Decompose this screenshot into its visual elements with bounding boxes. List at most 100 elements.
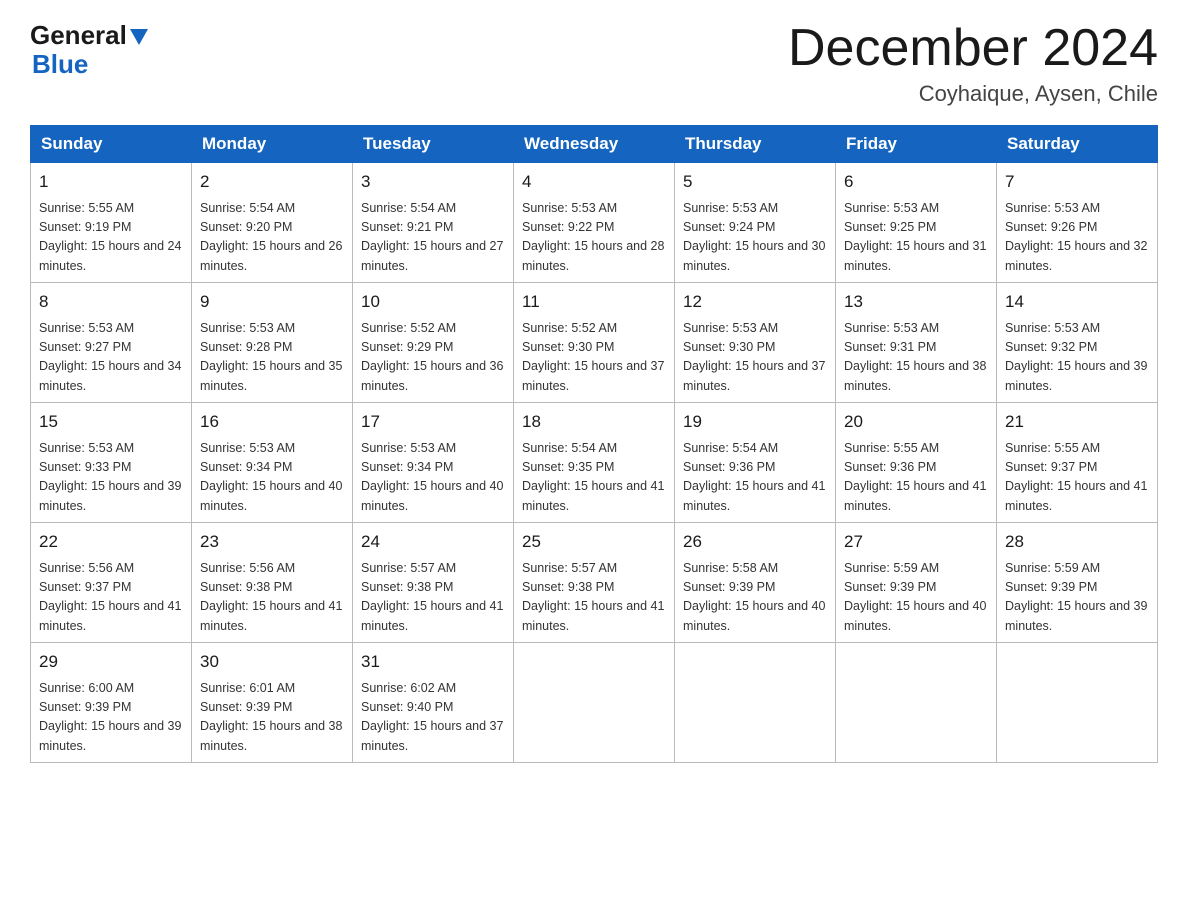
day-info: Sunrise: 5:54 AMSunset: 9:35 PMDaylight:… — [522, 439, 666, 517]
day-number: 6 — [844, 169, 988, 195]
day-number: 19 — [683, 409, 827, 435]
calendar-cell — [675, 643, 836, 763]
calendar-cell: 12 Sunrise: 5:53 AMSunset: 9:30 PMDayligh… — [675, 283, 836, 403]
calendar-cell: 31 Sunrise: 6:02 AMSunset: 9:40 PMDayligh… — [353, 643, 514, 763]
day-number: 31 — [361, 649, 505, 675]
logo-general-text: General — [30, 20, 127, 51]
day-info: Sunrise: 5:59 AMSunset: 9:39 PMDaylight:… — [1005, 559, 1149, 637]
day-info: Sunrise: 5:59 AMSunset: 9:39 PMDaylight:… — [844, 559, 988, 637]
day-info: Sunrise: 5:55 AMSunset: 9:19 PMDaylight:… — [39, 199, 183, 277]
day-number: 18 — [522, 409, 666, 435]
day-number: 10 — [361, 289, 505, 315]
day-info: Sunrise: 5:53 AMSunset: 9:34 PMDaylight:… — [361, 439, 505, 517]
day-number: 15 — [39, 409, 183, 435]
calendar-header: SundayMondayTuesdayWednesdayThursdayFrid… — [31, 126, 1158, 163]
header-wednesday: Wednesday — [514, 126, 675, 163]
day-number: 4 — [522, 169, 666, 195]
calendar-cell: 13 Sunrise: 5:53 AMSunset: 9:31 PMDayligh… — [836, 283, 997, 403]
day-info: Sunrise: 5:53 AMSunset: 9:28 PMDaylight:… — [200, 319, 344, 397]
calendar-cell: 11Sunrise: 5:52 AMSunset: 9:30 PMDayligh… — [514, 283, 675, 403]
day-info: Sunrise: 5:52 AMSunset: 9:29 PMDaylight:… — [361, 319, 505, 397]
calendar-cell: 22Sunrise: 5:56 AMSunset: 9:37 PMDayligh… — [31, 523, 192, 643]
calendar-cell: 3Sunrise: 5:54 AMSunset: 9:21 PMDaylight… — [353, 163, 514, 283]
day-info: Sunrise: 5:55 AMSunset: 9:37 PMDaylight:… — [1005, 439, 1149, 517]
day-info: Sunrise: 6:02 AMSunset: 9:40 PMDaylight:… — [361, 679, 505, 757]
day-info: Sunrise: 5:53 AMSunset: 9:22 PMDaylight:… — [522, 199, 666, 277]
day-number: 14 — [1005, 289, 1149, 315]
calendar-cell: 9 Sunrise: 5:53 AMSunset: 9:28 PMDaylight… — [192, 283, 353, 403]
calendar-cell: 24 Sunrise: 5:57 AMSunset: 9:38 PMDayligh… — [353, 523, 514, 643]
day-info: Sunrise: 5:56 AMSunset: 9:38 PMDaylight:… — [200, 559, 344, 637]
day-info: Sunrise: 5:52 AMSunset: 9:30 PMDaylight:… — [522, 319, 666, 397]
day-info: Sunrise: 6:01 AMSunset: 9:39 PMDaylight:… — [200, 679, 344, 757]
day-number: 16 — [200, 409, 344, 435]
calendar-cell: 8 Sunrise: 5:53 AMSunset: 9:27 PMDaylight… — [31, 283, 192, 403]
calendar-cell: 6 Sunrise: 5:53 AMSunset: 9:25 PMDaylight… — [836, 163, 997, 283]
day-number: 24 — [361, 529, 505, 555]
day-info: Sunrise: 5:57 AMSunset: 9:38 PMDaylight:… — [361, 559, 505, 637]
day-info: Sunrise: 6:00 AMSunset: 9:39 PMDaylight:… — [39, 679, 183, 757]
month-title: December 2024 — [788, 20, 1158, 77]
day-number: 13 — [844, 289, 988, 315]
day-number: 17 — [361, 409, 505, 435]
day-info: Sunrise: 5:53 AMSunset: 9:33 PMDaylight:… — [39, 439, 183, 517]
calendar-cell: 27 Sunrise: 5:59 AMSunset: 9:39 PMDayligh… — [836, 523, 997, 643]
day-number: 25 — [522, 529, 666, 555]
day-number: 23 — [200, 529, 344, 555]
day-number: 28 — [1005, 529, 1149, 555]
day-number: 26 — [683, 529, 827, 555]
day-info: Sunrise: 5:53 AMSunset: 9:30 PMDaylight:… — [683, 319, 827, 397]
calendar-cell: 2 Sunrise: 5:54 AMSunset: 9:20 PMDaylight… — [192, 163, 353, 283]
day-number: 1 — [39, 169, 183, 195]
day-info: Sunrise: 5:53 AMSunset: 9:24 PMDaylight:… — [683, 199, 827, 277]
calendar-cell: 4 Sunrise: 5:53 AMSunset: 9:22 PMDaylight… — [514, 163, 675, 283]
logo-triangle-icon — [130, 29, 148, 45]
day-info: Sunrise: 5:53 AMSunset: 9:25 PMDaylight:… — [844, 199, 988, 277]
page-header: General Blue December 2024 Coyhaique, Ay… — [30, 20, 1158, 107]
calendar-cell: 5 Sunrise: 5:53 AMSunset: 9:24 PMDaylight… — [675, 163, 836, 283]
day-info: Sunrise: 5:54 AMSunset: 9:21 PMDaylight:… — [361, 199, 505, 277]
day-info: Sunrise: 5:55 AMSunset: 9:36 PMDaylight:… — [844, 439, 988, 517]
calendar-cell: 10 Sunrise: 5:52 AMSunset: 9:29 PMDayligh… — [353, 283, 514, 403]
week-row-1: 1 Sunrise: 5:55 AMSunset: 9:19 PMDaylight… — [31, 163, 1158, 283]
day-number: 20 — [844, 409, 988, 435]
week-row-2: 8 Sunrise: 5:53 AMSunset: 9:27 PMDaylight… — [31, 283, 1158, 403]
header-sunday: Sunday — [31, 126, 192, 163]
calendar-cell: 19Sunrise: 5:54 AMSunset: 9:36 PMDayligh… — [675, 403, 836, 523]
week-row-5: 29Sunrise: 6:00 AMSunset: 9:39 PMDayligh… — [31, 643, 1158, 763]
day-info: Sunrise: 5:53 AMSunset: 9:26 PMDaylight:… — [1005, 199, 1149, 277]
day-number: 27 — [844, 529, 988, 555]
day-number: 9 — [200, 289, 344, 315]
header-saturday: Saturday — [997, 126, 1158, 163]
day-number: 30 — [200, 649, 344, 675]
calendar-cell: 28 Sunrise: 5:59 AMSunset: 9:39 PMDayligh… — [997, 523, 1158, 643]
calendar-cell: 1 Sunrise: 5:55 AMSunset: 9:19 PMDaylight… — [31, 163, 192, 283]
calendar-cell — [514, 643, 675, 763]
day-number: 5 — [683, 169, 827, 195]
day-info: Sunrise: 5:58 AMSunset: 9:39 PMDaylight:… — [683, 559, 827, 637]
day-number: 12 — [683, 289, 827, 315]
day-info: Sunrise: 5:53 AMSunset: 9:32 PMDaylight:… — [1005, 319, 1149, 397]
day-info: Sunrise: 5:53 AMSunset: 9:31 PMDaylight:… — [844, 319, 988, 397]
calendar-cell: 29Sunrise: 6:00 AMSunset: 9:39 PMDayligh… — [31, 643, 192, 763]
week-row-3: 15 Sunrise: 5:53 AMSunset: 9:33 PMDayligh… — [31, 403, 1158, 523]
logo-blue-text: Blue — [32, 49, 88, 80]
day-number: 2 — [200, 169, 344, 195]
calendar-table: SundayMondayTuesdayWednesdayThursdayFrid… — [30, 125, 1158, 763]
day-number: 7 — [1005, 169, 1149, 195]
location-subtitle: Coyhaique, Aysen, Chile — [788, 81, 1158, 107]
title-block: December 2024 Coyhaique, Aysen, Chile — [788, 20, 1158, 107]
calendar-cell: 7 Sunrise: 5:53 AMSunset: 9:26 PMDaylight… — [997, 163, 1158, 283]
day-number: 21 — [1005, 409, 1149, 435]
calendar-cell: 23 Sunrise: 5:56 AMSunset: 9:38 PMDayligh… — [192, 523, 353, 643]
calendar-cell: 21 Sunrise: 5:55 AMSunset: 9:37 PMDayligh… — [997, 403, 1158, 523]
calendar-cell: 20 Sunrise: 5:55 AMSunset: 9:36 PMDayligh… — [836, 403, 997, 523]
calendar-cell: 17 Sunrise: 5:53 AMSunset: 9:34 PMDayligh… — [353, 403, 514, 523]
day-number: 8 — [39, 289, 183, 315]
day-info: Sunrise: 5:56 AMSunset: 9:37 PMDaylight:… — [39, 559, 183, 637]
header-monday: Monday — [192, 126, 353, 163]
calendar-cell — [997, 643, 1158, 763]
day-info: Sunrise: 5:54 AMSunset: 9:20 PMDaylight:… — [200, 199, 344, 277]
header-thursday: Thursday — [675, 126, 836, 163]
day-info: Sunrise: 5:53 AMSunset: 9:27 PMDaylight:… — [39, 319, 183, 397]
